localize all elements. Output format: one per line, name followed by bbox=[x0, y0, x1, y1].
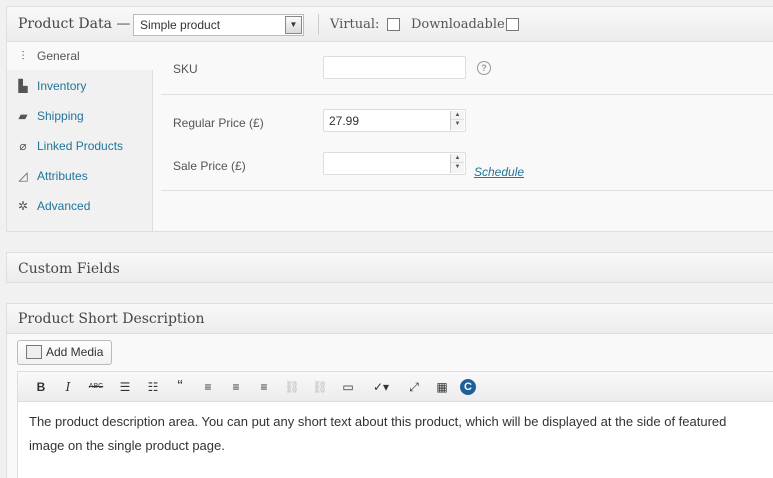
chevron-down-icon[interactable]: ▼ bbox=[451, 163, 464, 172]
media-icon bbox=[26, 345, 42, 359]
link-icon: ⌀ bbox=[19, 139, 27, 153]
sku-label: SKU bbox=[173, 62, 198, 76]
product-data-general-panel: SKU ? Regular Price (£) 27.99 ▲ ▼ Sale P… bbox=[161, 42, 773, 231]
sale-price-input[interactable]: ▲ ▼ bbox=[323, 152, 466, 175]
sku-input[interactable] bbox=[323, 56, 466, 79]
help-icon[interactable]: ? bbox=[477, 61, 491, 75]
tab-advanced[interactable]: ✲ Advanced bbox=[7, 192, 153, 220]
product-data-panel: Product Data — Simple product ▼ Virtual:… bbox=[6, 6, 773, 232]
italic-button[interactable]: I bbox=[58, 378, 78, 396]
tab-label: Linked Products bbox=[37, 139, 124, 153]
tab-shipping[interactable]: ▰ Shipping bbox=[7, 102, 153, 130]
product-data-tabs: ⫶ General ▙ Inventory ▰ Shipping ⌀ Linked Pr… bbox=[7, 42, 154, 231]
chevron-down-icon[interactable]: ▼ bbox=[285, 16, 302, 34]
align-center-icon[interactable]: ≡ bbox=[226, 378, 246, 396]
price-stepper[interactable]: ▲ ▼ bbox=[450, 154, 464, 173]
short-description-title: Product Short Description bbox=[18, 311, 205, 327]
product-type-value: Simple product bbox=[140, 18, 221, 32]
tab-label: Inventory bbox=[37, 79, 87, 93]
custom-fields-title: Custom Fields bbox=[18, 261, 120, 277]
short-description-header: Product Short Description bbox=[7, 304, 773, 334]
short-description-panel: Product Short Description Add Media B I … bbox=[6, 303, 773, 478]
chevron-up-icon[interactable]: ▲ bbox=[451, 111, 464, 120]
tab-attributes[interactable]: ◿ Attributes bbox=[7, 162, 153, 190]
editor-content[interactable]: The product description area. You can pu… bbox=[18, 402, 773, 466]
product-type-select[interactable]: Simple product ▼ bbox=[133, 14, 304, 36]
virtual-checkbox[interactable] bbox=[387, 18, 400, 31]
strikethrough-button[interactable]: ABC bbox=[86, 378, 106, 396]
rich-text-editor[interactable]: B I ABC ☰ ☷ “ ≡ ≡ ≡ ⛓ ⛓ ▭ ✓▾ ⤢ ▦ C The p… bbox=[17, 371, 773, 478]
bold-button[interactable]: B bbox=[31, 378, 51, 396]
align-left-icon[interactable]: ≡ bbox=[198, 378, 218, 396]
tab-label: General bbox=[37, 49, 80, 63]
chevron-down-icon[interactable]: ▼ bbox=[451, 120, 464, 129]
header-divider bbox=[318, 14, 319, 35]
link-icon[interactable]: ⛓ bbox=[282, 378, 302, 396]
chevron-up-icon[interactable]: ▲ bbox=[451, 154, 464, 163]
virtual-label: Virtual: bbox=[330, 17, 380, 32]
downloadable-checkbox[interactable] bbox=[506, 18, 519, 31]
blockquote-button[interactable]: “ bbox=[170, 378, 190, 396]
field-divider bbox=[161, 94, 773, 95]
regular-price-value: 27.99 bbox=[329, 114, 360, 128]
tab-linked-products[interactable]: ⌀ Linked Products bbox=[7, 132, 153, 160]
regular-price-input[interactable]: 27.99 ▲ ▼ bbox=[323, 109, 466, 132]
tab-inventory[interactable]: ▙ Inventory bbox=[7, 72, 153, 100]
toolbar-toggle-icon[interactable]: ▦ bbox=[432, 378, 452, 396]
price-stepper[interactable]: ▲ ▼ bbox=[450, 111, 464, 130]
tag-icon: ◿ bbox=[18, 169, 28, 183]
gear-icon: ✲ bbox=[17, 199, 29, 213]
boxes-icon: ▙ bbox=[18, 79, 28, 93]
field-divider bbox=[161, 190, 773, 191]
downloadable-label: Downloadable: bbox=[411, 17, 510, 32]
tab-general[interactable]: ⫶ General bbox=[7, 42, 154, 70]
regular-price-label: Regular Price (£) bbox=[173, 116, 264, 130]
sale-price-label: Sale Price (£) bbox=[173, 159, 246, 173]
spellcheck-icon[interactable]: ✓▾ bbox=[366, 378, 396, 396]
custom-fields-panel[interactable]: Custom Fields bbox=[6, 252, 773, 283]
tab-label: Advanced bbox=[37, 199, 91, 213]
add-media-label: Add Media bbox=[46, 345, 104, 359]
more-tag-icon[interactable]: ▭ bbox=[338, 378, 358, 396]
numbered-list-icon[interactable]: ☷ bbox=[143, 378, 163, 396]
add-media-button[interactable]: Add Media bbox=[17, 340, 113, 365]
schedule-link[interactable]: Schedule bbox=[474, 165, 524, 179]
truck-icon: ▰ bbox=[18, 109, 28, 123]
product-data-title: Product Data — bbox=[18, 16, 131, 32]
fullscreen-icon[interactable]: ⤢ bbox=[404, 378, 424, 396]
editor-toolbar: B I ABC ☰ ☷ “ ≡ ≡ ≡ ⛓ ⛓ ▭ ✓▾ ⤢ ▦ C bbox=[18, 372, 773, 402]
unlink-icon[interactable]: ⛓ bbox=[310, 378, 330, 396]
product-data-header: Product Data — Simple product ▼ Virtual:… bbox=[7, 7, 773, 42]
tab-label: Attributes bbox=[37, 169, 88, 183]
bullet-list-icon[interactable]: ☰ bbox=[115, 378, 135, 396]
tab-label: Shipping bbox=[37, 109, 84, 123]
sliders-icon: ⫶ bbox=[21, 49, 25, 63]
align-right-icon[interactable]: ≡ bbox=[254, 378, 274, 396]
c-icon[interactable]: C bbox=[460, 379, 476, 395]
